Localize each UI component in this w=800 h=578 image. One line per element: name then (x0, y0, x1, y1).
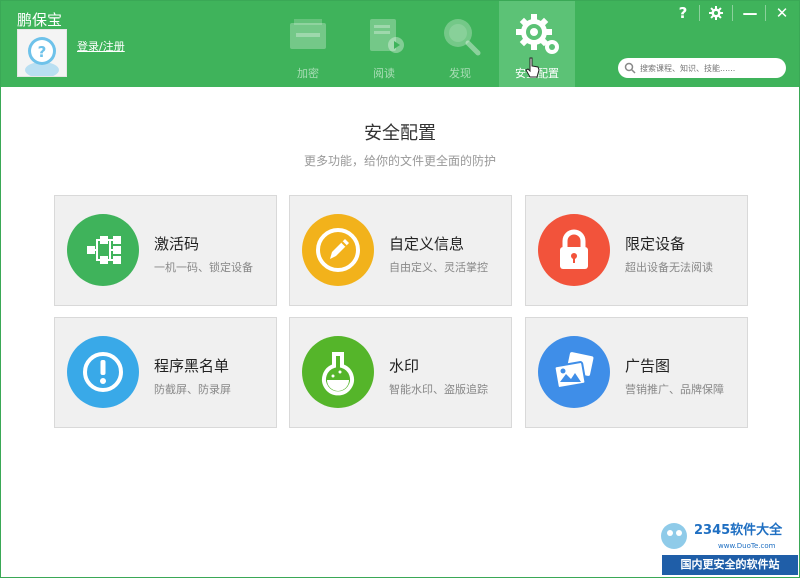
network-icon (67, 214, 139, 286)
card-subtitle: 一机一码、锁定设备 (154, 261, 253, 274)
divider (732, 5, 733, 21)
gears-icon (516, 14, 559, 54)
watermark-brand: 2345软件大全 (694, 522, 783, 538)
divider (699, 5, 700, 21)
globe-search-icon (444, 19, 481, 56)
close-button[interactable]: ✕ (767, 1, 797, 25)
minimize-button[interactable]: — (735, 1, 765, 25)
tab-label: 加密 (297, 67, 319, 80)
card-program-blacklist[interactable]: 程序黑名单 防截屏、防录屏 (54, 317, 277, 428)
search-input[interactable] (640, 60, 780, 76)
card-subtitle: 自由定义、灵活掌控 (389, 261, 488, 274)
images-icon (538, 336, 610, 408)
gear-icon (709, 6, 723, 20)
search-box[interactable] (618, 58, 786, 78)
card-ad-image[interactable]: 广告图 营销推广、品牌保障 (525, 317, 748, 428)
settings-button[interactable] (701, 1, 731, 25)
watermark-url: www.DuoTe.com (718, 542, 776, 550)
page-title: 安全配置 (364, 123, 436, 144)
tab-label: 阅读 (373, 67, 395, 80)
app-window: 鹏保宝 ? 登录/注册 加密 阅读 发现 ? — ✕ 搜索课程、知识、技能...… (0, 0, 800, 578)
lock-icon (538, 214, 610, 286)
watermark-slogan: 国内更安全的软件站 (662, 555, 798, 575)
card-title: 自定义信息 (389, 235, 465, 253)
tab-security-config[interactable]: 安全配置 (499, 1, 575, 87)
card-activation-code[interactable]: 激活码 一机一码、锁定设备 (54, 195, 277, 306)
card-title: 程序黑名单 (154, 357, 230, 375)
help-button[interactable]: ? (668, 1, 698, 25)
card-title: 水印 (389, 357, 420, 375)
card-subtitle: 超出设备无法阅读 (625, 261, 713, 274)
card-subtitle: 智能水印、盗版追踪 (389, 383, 488, 396)
tab-read[interactable]: 阅读 (346, 1, 422, 87)
flask-icon (302, 336, 374, 408)
avatar[interactable]: ? (17, 29, 67, 77)
tab-discover[interactable]: 发现 (422, 1, 498, 87)
tab-encrypt[interactable]: 加密 (270, 1, 346, 87)
divider (765, 5, 766, 21)
book-play-icon (370, 19, 404, 53)
page-subtitle: 更多功能，给你的文件更全面的防护 (303, 154, 496, 168)
app-title: 鹏保宝 (17, 11, 63, 29)
hand-cursor-icon (525, 57, 540, 78)
search-icon (624, 62, 636, 74)
folder-icon (290, 19, 326, 49)
card-watermark[interactable]: 水印 智能水印、盗版追踪 (289, 317, 512, 428)
header-bar: 鹏保宝 ? 登录/注册 加密 阅读 发现 ? — ✕ 搜索课程、知识、技能...… (1, 1, 799, 87)
card-subtitle: 防截屏、防录屏 (154, 383, 231, 396)
card-title: 激活码 (154, 235, 200, 253)
login-link[interactable]: 登录/注册 (77, 38, 125, 54)
card-title: 限定设备 (625, 235, 686, 253)
card-subtitle: 营销推广、品牌保障 (625, 383, 724, 396)
card-title: 广告图 (625, 357, 671, 375)
svg-text:?: ? (38, 43, 47, 61)
tab-label: 发现 (449, 67, 471, 80)
avatar-question-icon: ? (18, 30, 66, 76)
alert-icon (67, 336, 139, 408)
edit-icon (302, 214, 374, 286)
card-device-limit[interactable]: 限定设备 超出设备无法阅读 (525, 195, 748, 306)
card-custom-info[interactable]: 自定义信息 自由定义、灵活掌控 (289, 195, 512, 306)
